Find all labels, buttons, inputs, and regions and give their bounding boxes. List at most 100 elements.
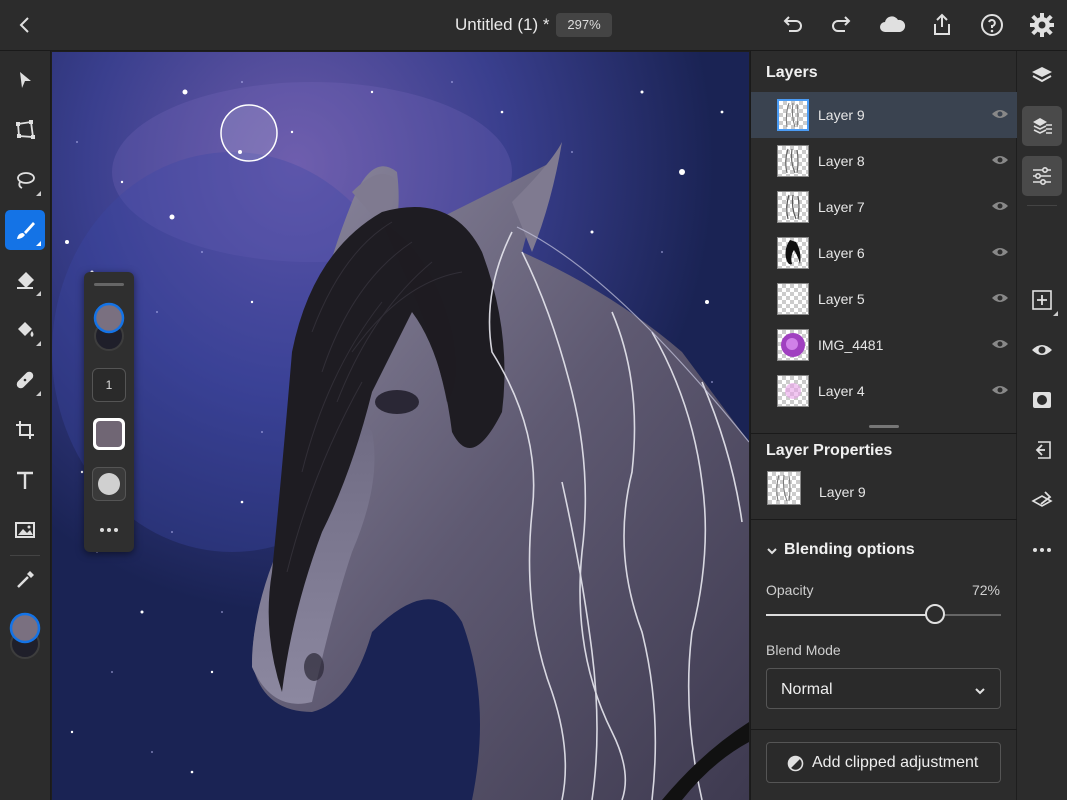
- layer-thumbnail: [777, 145, 809, 177]
- eye-icon[interactable]: [991, 337, 1009, 351]
- layer-thumbnail: [777, 237, 809, 269]
- text-icon: [17, 471, 33, 489]
- crop-icon: [16, 421, 34, 439]
- add-clipped-adjustment-button[interactable]: Add clipped adjustment: [766, 742, 1001, 783]
- eyedropper-tool[interactable]: [5, 560, 45, 600]
- lasso-icon: [17, 172, 35, 189]
- layer-properties-name: Layer 9: [819, 484, 866, 500]
- layers-icon: [1032, 67, 1052, 83]
- share-icon[interactable]: [929, 12, 955, 38]
- brush-cursor: [220, 104, 278, 162]
- zoom-level[interactable]: 297%: [556, 13, 612, 37]
- transform-tool[interactable]: [5, 110, 45, 150]
- canvas[interactable]: [52, 52, 749, 800]
- brush-color-swatches[interactable]: [93, 300, 125, 354]
- opacity-label: Opacity: [766, 582, 814, 598]
- adjustments-button[interactable]: [1022, 156, 1062, 196]
- visibility-button[interactable]: [1022, 330, 1062, 370]
- toolbar-divider: [10, 555, 40, 556]
- layer-thumbnail: [777, 329, 809, 361]
- layer-row[interactable]: Layer 5: [751, 276, 1017, 322]
- submenu-corner-icon: [36, 341, 41, 346]
- cloud-icon[interactable]: [877, 12, 907, 38]
- layers-properties-panel: Layers Layer 9 Layer 8 Layer 7 Layer 6 L…: [750, 51, 1017, 800]
- fill-tool[interactable]: [5, 310, 45, 350]
- help-icon[interactable]: [979, 12, 1005, 38]
- chevron-down-icon[interactable]: [766, 544, 778, 556]
- opacity-value: 72%: [971, 582, 1000, 598]
- select-tool[interactable]: [5, 60, 45, 100]
- heal-tool[interactable]: [5, 360, 45, 400]
- brush-quick-panel: 1: [84, 272, 134, 552]
- panel-drag-handle[interactable]: [94, 283, 124, 286]
- eye-icon[interactable]: [991, 245, 1009, 259]
- image-icon: [15, 522, 35, 538]
- submenu-corner-icon: [1053, 311, 1058, 316]
- import-icon: [1035, 441, 1051, 459]
- blend-mode-select[interactable]: Normal: [766, 668, 1001, 709]
- eye-icon[interactable]: [991, 291, 1009, 305]
- redo-icon[interactable]: [829, 12, 855, 38]
- eye-icon[interactable]: [991, 153, 1009, 167]
- layer-name: Layer 9: [818, 107, 865, 123]
- blending-options-toggle[interactable]: Blending options: [784, 541, 915, 559]
- more-options-button[interactable]: [1022, 530, 1062, 570]
- submenu-corner-icon: [36, 291, 41, 296]
- more-icon[interactable]: [98, 522, 120, 532]
- layers-panel-title: Layers: [766, 64, 818, 81]
- layers-button[interactable]: [1022, 56, 1062, 96]
- adjustment-icon: [787, 755, 804, 772]
- settings-icon[interactable]: [1029, 12, 1055, 38]
- more-icon: [1033, 548, 1051, 552]
- mask-button[interactable]: [1022, 380, 1062, 420]
- layer-row[interactable]: IMG_4481: [751, 322, 1017, 368]
- brush-hardness-button[interactable]: [92, 467, 126, 501]
- layer-thumbnail: [777, 99, 809, 131]
- left-toolbar: [0, 51, 51, 800]
- lasso-tool[interactable]: [5, 160, 45, 200]
- layer-name: IMG_4481: [818, 337, 884, 353]
- image-tool[interactable]: [5, 510, 45, 550]
- eraser-icon: [17, 272, 34, 289]
- text-tool[interactable]: [5, 460, 45, 500]
- clear-layer-button[interactable]: [1022, 480, 1062, 520]
- layer-row[interactable]: Layer 8: [751, 138, 1017, 184]
- crop-tool[interactable]: [5, 410, 45, 450]
- layer-row[interactable]: Layer 9: [751, 92, 1017, 138]
- brush-tool[interactable]: [5, 210, 45, 250]
- brush-size-value[interactable]: 1: [92, 368, 126, 402]
- layer-stack-button[interactable]: [1022, 106, 1062, 146]
- layer-thumbnail: [767, 471, 801, 505]
- eye-icon[interactable]: [991, 383, 1009, 397]
- opacity-slider[interactable]: [766, 604, 1001, 624]
- undo-icon[interactable]: [779, 12, 805, 38]
- color-swatches[interactable]: [9, 612, 41, 660]
- transform-icon: [16, 120, 35, 139]
- add-layer-button[interactable]: [1022, 280, 1062, 320]
- document-title[interactable]: Untitled (1) *: [455, 15, 549, 35]
- layer-row[interactable]: Layer 6: [751, 230, 1017, 276]
- back-icon[interactable]: [14, 14, 36, 36]
- blend-mode-label: Blend Mode: [766, 642, 841, 658]
- adjustments-icon: [1033, 166, 1051, 186]
- layer-row[interactable]: Layer 4: [751, 368, 1017, 414]
- rail-divider: [1027, 205, 1057, 206]
- add-clipped-adjustment-label: Add clipped adjustment: [812, 754, 979, 771]
- opacity-slider-thumb[interactable]: [925, 604, 946, 624]
- right-icon-rail: [1017, 51, 1067, 800]
- layer-thumbnail: [777, 375, 809, 407]
- brush-preview-swatch[interactable]: [92, 417, 126, 451]
- eye-icon[interactable]: [991, 199, 1009, 213]
- layer-row[interactable]: Layer 7: [751, 184, 1017, 230]
- eraser-tool[interactable]: [5, 260, 45, 300]
- layer-name: Layer 8: [818, 153, 865, 169]
- import-button[interactable]: [1022, 430, 1062, 470]
- layer-properties-title: Layer Properties: [766, 442, 893, 459]
- panel-resize-handle[interactable]: [869, 425, 899, 428]
- visibility-icon: [1032, 345, 1052, 355]
- panel-divider: [751, 519, 1017, 520]
- panel-divider: [751, 433, 1017, 434]
- eye-icon[interactable]: [991, 107, 1009, 121]
- mask-icon: [1033, 392, 1051, 408]
- panel-divider: [751, 729, 1017, 730]
